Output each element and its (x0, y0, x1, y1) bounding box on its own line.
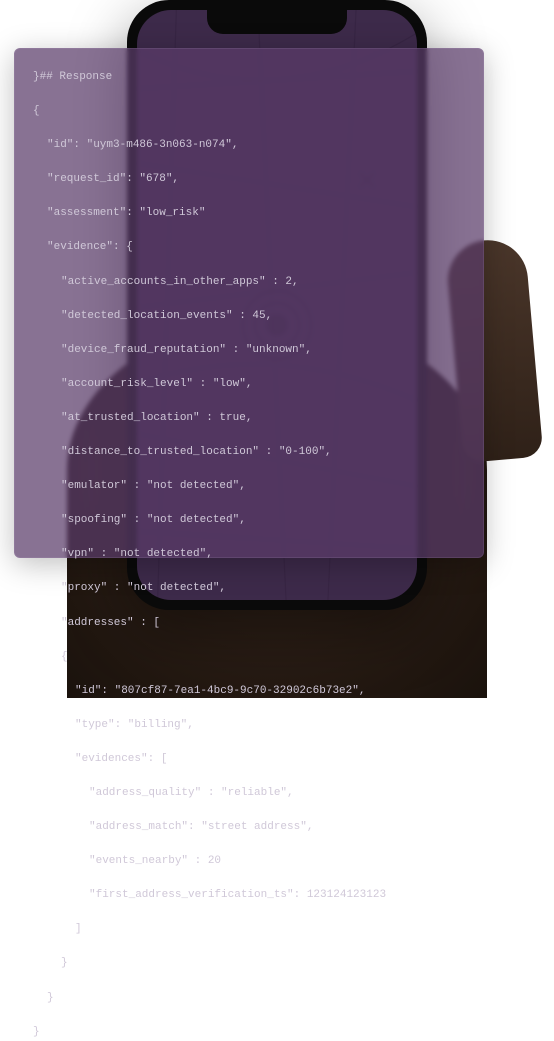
code-line: "events_nearby" : 20 (33, 853, 479, 870)
code-line: } (33, 990, 479, 1007)
code-line: "device_fraud_reputation" : "unknown", (33, 342, 479, 359)
code-line: "vpn" : "not detected", (33, 546, 479, 563)
code-line: "account_risk_level" : "low", (33, 376, 479, 393)
code-line: "addresses" : [ (33, 615, 479, 632)
code-line: ] (33, 921, 479, 938)
code-line: "request_id": "678", (33, 171, 479, 188)
code-line: "first_address_verification_ts": 1231241… (33, 887, 479, 904)
code-line: "address_match": "street address", (33, 819, 479, 836)
code-line: "spoofing" : "not detected", (33, 512, 479, 529)
code-block: }## Response { "id": "uym3-m486-3n063-n0… (33, 69, 479, 1041)
code-line: "type": "billing", (33, 717, 479, 734)
code-line: } (33, 1024, 479, 1041)
code-line: }## Response (33, 69, 479, 86)
code-line: } (33, 955, 479, 972)
code-line: "distance_to_trusted_location" : "0-100"… (33, 444, 479, 461)
code-line: "emulator" : "not detected", (33, 478, 479, 495)
api-response-code-panel: }## Response { "id": "uym3-m486-3n063-n0… (14, 48, 484, 558)
code-line: { (33, 649, 479, 666)
code-line: "detected_location_events" : 45, (33, 308, 479, 325)
code-line: { (33, 103, 479, 120)
code-line: "proxy" : "not detected", (33, 580, 479, 597)
code-line: "evidences": [ (33, 751, 479, 768)
code-line: "assessment": "low_risk" (33, 205, 479, 222)
code-line: "id": "807cf87-7ea1-4bc9-9c70-32902c6b73… (33, 683, 479, 700)
code-line: "id": "uym3-m486-3n063-n074", (33, 137, 479, 154)
code-line: "at_trusted_location" : true, (33, 410, 479, 427)
phone-notch (207, 10, 347, 34)
code-line: "evidence": { (33, 239, 479, 256)
code-line: "active_accounts_in_other_apps" : 2, (33, 274, 479, 291)
code-line: "address_quality" : "reliable", (33, 785, 479, 802)
